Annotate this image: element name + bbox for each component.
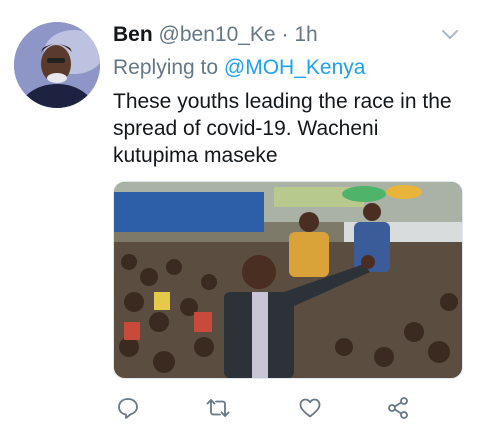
tweet[interactable]: Ben @ben10_Ke · 1h Replying to @MOH_Keny… bbox=[0, 0, 480, 443]
rally-photo bbox=[114, 182, 462, 378]
tweet-header: Ben @ben10_Ke · 1h bbox=[113, 22, 318, 48]
tweet-actions bbox=[113, 395, 413, 421]
share-icon[interactable] bbox=[385, 395, 411, 421]
retweet-icon[interactable] bbox=[205, 395, 231, 421]
timestamp[interactable]: 1h bbox=[294, 23, 317, 46]
separator: · bbox=[281, 23, 289, 46]
display-name[interactable]: Ben bbox=[113, 23, 153, 46]
tweet-photo[interactable] bbox=[113, 181, 463, 379]
heart-icon[interactable] bbox=[297, 395, 323, 421]
user-handle[interactable]: @ben10_Ke bbox=[159, 23, 276, 46]
avatar-image bbox=[14, 22, 100, 108]
avatar[interactable] bbox=[14, 22, 100, 108]
replying-prefix: Replying to bbox=[113, 56, 219, 79]
reply-icon[interactable] bbox=[115, 395, 141, 421]
replying-to: Replying to @MOH_Kenya bbox=[113, 55, 365, 81]
replying-handle[interactable]: @MOH_Kenya bbox=[224, 56, 366, 79]
tweet-text: These youths leading the race in the spr… bbox=[113, 90, 452, 167]
chevron-down-icon[interactable] bbox=[440, 24, 460, 44]
